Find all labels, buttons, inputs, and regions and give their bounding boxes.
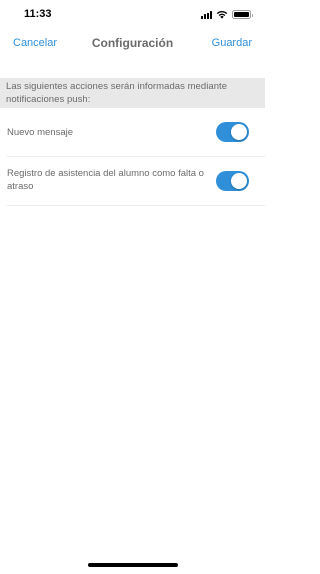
navigation-bar: Cancelar Configuración Guardar [0, 30, 265, 56]
new-message-toggle[interactable] [216, 122, 249, 142]
setting-row-attendance: Registro de asistencia del alumno como f… [0, 157, 265, 206]
settings-screen: 11:33 Cancelar Configuración Guardar Las… [0, 0, 265, 574]
setting-label-new-message: Nuevo mensaje [7, 127, 74, 138]
status-icons [201, 10, 253, 19]
battery-nub [251, 13, 253, 17]
home-indicator[interactable] [87, 563, 178, 567]
setting-row-new-message: Nuevo mensaje [0, 108, 265, 157]
attendance-toggle[interactable] [216, 171, 249, 191]
toggle-knob [231, 173, 247, 189]
section-header: Las siguientes acciones serán informadas… [0, 78, 265, 108]
row-separator [7, 205, 265, 206]
cellular-signal-icon [201, 10, 212, 19]
battery-fill [234, 12, 249, 17]
wifi-icon [216, 11, 228, 19]
setting-label-attendance: Registro de asistencia del alumno como f… [7, 168, 204, 192]
save-button[interactable]: Guardar [212, 37, 252, 49]
toggle-knob [231, 124, 247, 140]
status-time: 11:33 [24, 8, 52, 20]
battery-icon [232, 10, 253, 19]
status-bar: 11:33 [0, 0, 265, 30]
